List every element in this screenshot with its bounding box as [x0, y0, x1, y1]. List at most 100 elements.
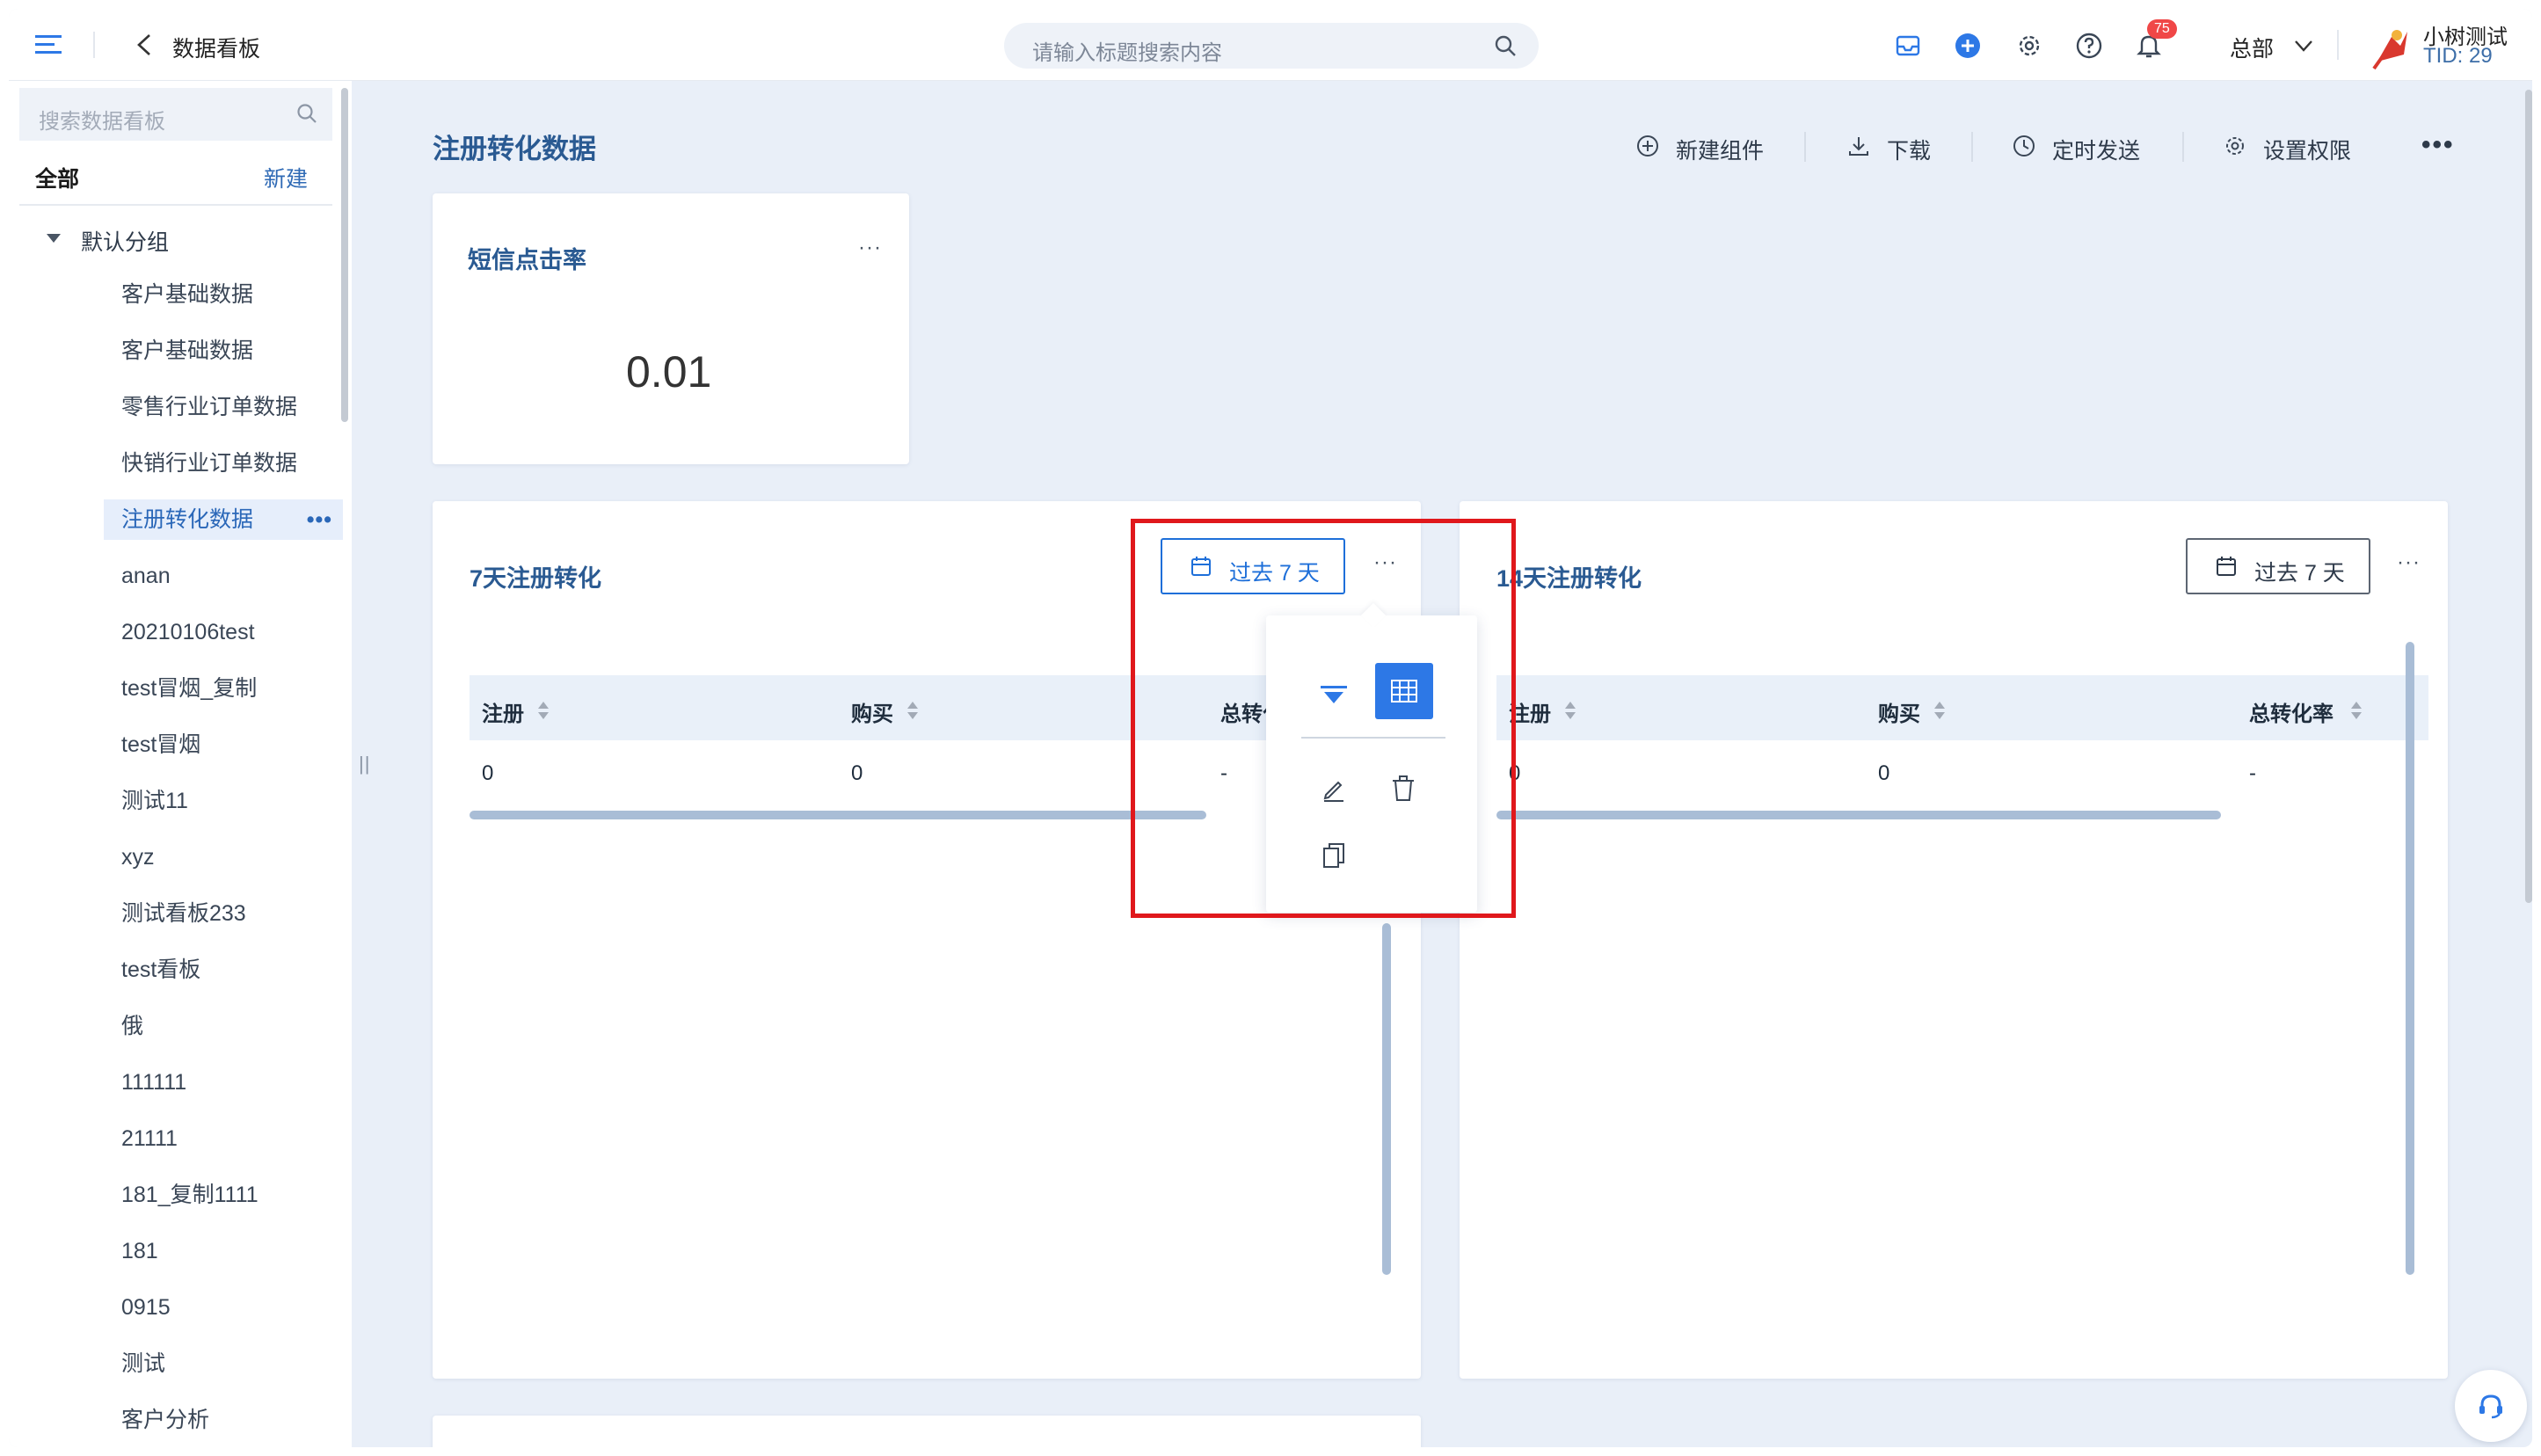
chevron-down-icon[interactable]: [2293, 35, 2314, 56]
sidebar-item[interactable]: 测试: [104, 1343, 343, 1384]
sidebar-item[interactable]: 181: [104, 1231, 343, 1271]
calendar-icon: [2217, 557, 2236, 576]
divider: [19, 204, 332, 206]
customer-service-button[interactable]: [2455, 1370, 2527, 1442]
page-title: 数据看板: [172, 37, 261, 62]
top-bar: 数据看板 请输入标题搜索内容 75 总部 小树测试 TID: 29: [9, 9, 2532, 81]
download-button[interactable]: 下载: [1887, 134, 1931, 165]
horizontal-scrollbar[interactable]: [470, 811, 1206, 819]
divider: [93, 32, 95, 58]
card-title: 短信点击率: [468, 247, 586, 273]
sort-icon[interactable]: [906, 700, 920, 721]
settings-icon[interactable]: [2015, 32, 2043, 60]
menu-icon[interactable]: [35, 32, 65, 58]
sidebar-item[interactable]: 客户基础数据: [104, 274, 343, 315]
table-card-14-day: 14天注册转化 过去 7 天 ··· 注册 购买 总转化率 0 0 -: [1460, 501, 2448, 1379]
vertical-scrollbar[interactable]: [1382, 923, 1391, 1275]
sidebar-item[interactable]: test冒烟: [104, 724, 343, 765]
sort-icon[interactable]: [1563, 700, 1577, 721]
sort-icon[interactable]: [1933, 700, 1947, 721]
divider: [1971, 132, 1973, 162]
sidebar-item[interactable]: 181_复制1111: [104, 1175, 343, 1215]
sidebar-item[interactable]: anan: [104, 556, 343, 596]
dashboard-title: 注册转化数据: [433, 134, 596, 164]
add-circle-icon[interactable]: [1635, 134, 1660, 158]
group-default[interactable]: 默认分组: [81, 225, 169, 257]
divider: [2182, 132, 2184, 162]
notification-badge: 75: [2147, 19, 2177, 39]
schedule-icon[interactable]: [2012, 134, 2036, 158]
avatar[interactable]: [2365, 19, 2418, 74]
sort-icon[interactable]: [536, 700, 550, 721]
sidebar-item[interactable]: 客户分析: [104, 1400, 343, 1440]
card-title: 14天注册转化: [1496, 565, 1642, 592]
card-more-icon[interactable]: ···: [2397, 550, 2421, 575]
headset-icon: [2479, 1394, 2502, 1419]
permissions-button[interactable]: 设置权限: [2263, 134, 2351, 165]
search-icon[interactable]: [1493, 33, 1518, 58]
sidebar-item[interactable]: 俄: [104, 1006, 343, 1046]
annotation-highlight-box: [1131, 519, 1516, 918]
column-header[interactable]: 购买: [1878, 696, 1920, 727]
table-header: 注册 购买 总转化率: [1496, 675, 2428, 740]
card-partial: [433, 1416, 1421, 1447]
column-header[interactable]: 总转化率: [2249, 696, 2333, 727]
table-cell: 0: [482, 761, 494, 785]
dashboard-search-input[interactable]: 搜索数据看板: [19, 88, 332, 141]
help-icon[interactable]: [2075, 32, 2103, 60]
card-more-icon[interactable]: ···: [858, 236, 882, 260]
kpi-value: 0.01: [626, 347, 712, 397]
sort-icon[interactable]: [2349, 700, 2363, 721]
kpi-card: 短信点击率 ··· 0.01: [433, 193, 909, 464]
global-search-input[interactable]: 请输入标题搜索内容: [1004, 23, 1539, 69]
search-icon[interactable]: [295, 102, 318, 125]
column-header[interactable]: 注册: [482, 696, 524, 727]
sidebar-all-label[interactable]: 全部: [35, 162, 79, 193]
schedule-send-button[interactable]: 定时发送: [2052, 134, 2140, 165]
horizontal-scrollbar[interactable]: [1496, 811, 2221, 819]
sidebar-item[interactable]: test看板: [104, 950, 343, 990]
table-cell: 0: [851, 761, 863, 785]
sidebar-item-active[interactable]: 注册转化数据 •••: [104, 499, 343, 540]
vertical-scrollbar[interactable]: [2406, 642, 2414, 1275]
department-selector[interactable]: 总部: [2230, 32, 2274, 63]
search-placeholder: 请输入标题搜索内容: [1032, 41, 1222, 65]
table-cell: -: [2249, 761, 2256, 785]
back-arrow-icon[interactable]: [134, 33, 157, 56]
item-more-icon[interactable]: •••: [307, 499, 332, 540]
sidebar-item[interactable]: 21111: [104, 1118, 343, 1159]
new-dashboard-button[interactable]: 新建: [264, 162, 308, 193]
divider: [2337, 30, 2339, 60]
date-range-label: 过去 7 天: [2254, 561, 2345, 586]
more-actions-icon[interactable]: •••: [2421, 130, 2455, 160]
table-cell: 0: [1878, 761, 1890, 785]
sidebar-item[interactable]: 客户基础数据: [104, 331, 343, 371]
sidebar-item[interactable]: 快销行业订单数据: [104, 443, 343, 484]
sidebar-item[interactable]: 20210106test: [104, 612, 343, 652]
sidebar: 搜索数据看板 全部 新建 默认分组 客户基础数据 客户基础数据 零售行业订单数据…: [9, 81, 352, 1447]
main-scrollbar[interactable]: [2525, 90, 2532, 903]
inbox-icon[interactable]: [1894, 32, 1922, 60]
sidebar-item[interactable]: 零售行业订单数据: [104, 387, 343, 427]
search-placeholder: 搜索数据看板: [39, 110, 165, 134]
sidebar-item[interactable]: 0915: [104, 1287, 343, 1328]
sidebar-item[interactable]: xyz: [104, 837, 343, 877]
add-icon[interactable]: [1954, 32, 1982, 60]
new-component-button[interactable]: 新建组件: [1676, 134, 1764, 165]
sidebar-item[interactable]: 测试11: [104, 781, 343, 821]
date-range-button[interactable]: 过去 7 天: [2186, 538, 2370, 594]
app-window: 数据看板 请输入标题搜索内容 75 总部 小树测试 TID: 29 搜索数据看板…: [9, 9, 2532, 1447]
caret-down-icon[interactable]: [46, 232, 62, 244]
column-header[interactable]: 购买: [851, 696, 893, 727]
tenant-id: TID: 29: [2423, 44, 2493, 68]
sidebar-resize-handle[interactable]: ||: [359, 753, 370, 775]
gear-icon[interactable]: [2223, 134, 2247, 158]
sidebar-item-label: 注册转化数据: [121, 507, 254, 532]
divider: [1804, 132, 1806, 162]
sidebar-item[interactable]: 测试看板233: [104, 893, 343, 934]
sidebar-item[interactable]: 111111: [104, 1062, 343, 1103]
download-icon[interactable]: [1846, 134, 1871, 158]
sidebar-scrollbar[interactable]: [341, 88, 348, 422]
sidebar-item[interactable]: test冒烟_复制: [104, 668, 343, 709]
card-title: 7天注册转化: [470, 565, 602, 592]
